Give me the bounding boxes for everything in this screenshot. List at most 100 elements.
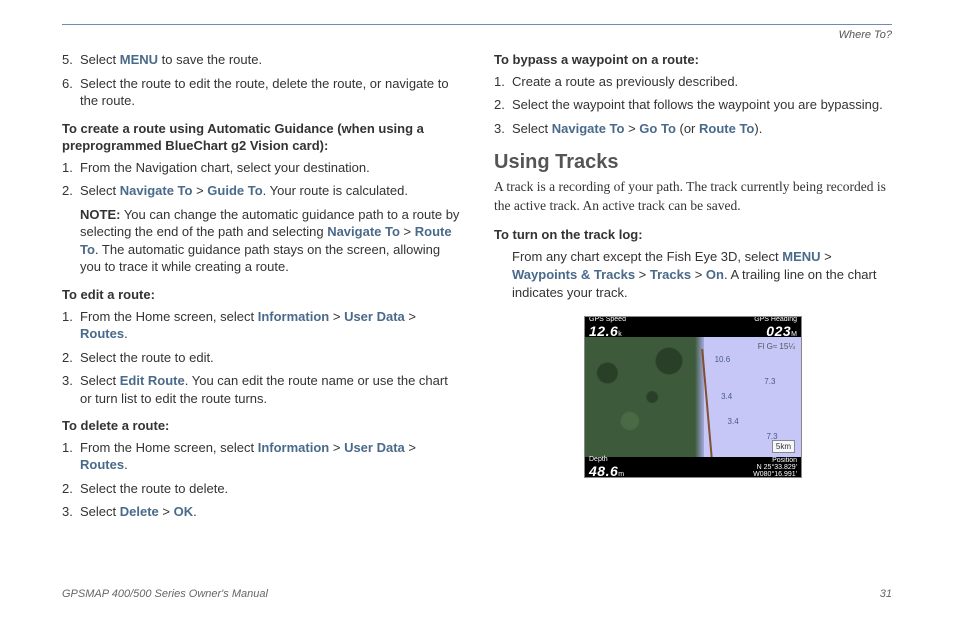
ok-keyword: OK bbox=[174, 504, 194, 519]
information-keyword: Information bbox=[258, 440, 330, 455]
track-log-heading: To turn on the track log: bbox=[494, 226, 892, 244]
delete-keyword: Delete bbox=[120, 504, 159, 519]
step-number: 2. bbox=[62, 349, 80, 367]
edit-route-keyword: Edit Route bbox=[120, 373, 185, 388]
navigate-to-keyword: Navigate To bbox=[552, 121, 625, 136]
step-number: 1. bbox=[62, 159, 80, 177]
step-text: Select Edit Route. You can edit the rout… bbox=[80, 372, 460, 407]
text: > bbox=[400, 224, 415, 239]
on-keyword: On bbox=[706, 267, 724, 282]
bypass-heading: To bypass a waypoint on a route: bbox=[494, 51, 892, 69]
position-lon: W080°16.991' bbox=[753, 471, 797, 478]
routes-keyword: Routes bbox=[80, 457, 124, 472]
track-log-instruction: From any chart except the Fish Eye 3D, s… bbox=[512, 248, 892, 303]
using-tracks-heading: Using Tracks bbox=[494, 151, 892, 174]
device-screenshot: 10.6 3.4 7.3 3.4 7.3 Fl G≈ 15¼ 5km GPS S… bbox=[584, 316, 802, 478]
gps-speed-unit: k bbox=[618, 331, 622, 338]
step-text: Select Navigate To > Guide To. Your rout… bbox=[80, 182, 460, 200]
depth-reading: 3.4 bbox=[721, 392, 732, 401]
user-data-keyword: User Data bbox=[344, 440, 405, 455]
menu-keyword: MENU bbox=[782, 249, 820, 264]
step-text: Select the waypoint that follows the way… bbox=[512, 96, 892, 114]
step-text: Create a route as previously described. bbox=[512, 73, 892, 91]
text: (or bbox=[676, 121, 699, 136]
top-rule bbox=[62, 24, 892, 25]
header-section: Where To? bbox=[62, 29, 892, 41]
text: . bbox=[124, 326, 128, 341]
text: . bbox=[124, 457, 128, 472]
waypoints-tracks-keyword: Waypoints & Tracks bbox=[512, 267, 635, 282]
step-text: Select Navigate To > Go To (or Route To)… bbox=[512, 120, 892, 138]
text: > bbox=[691, 267, 706, 282]
step-number: 1. bbox=[62, 308, 80, 343]
text: Select bbox=[80, 504, 120, 519]
delete-route-heading: To delete a route: bbox=[62, 417, 460, 435]
auto-guidance-heading: To create a route using Automatic Guidan… bbox=[62, 120, 460, 155]
text: > bbox=[159, 504, 174, 519]
step-number: 3. bbox=[62, 372, 80, 407]
bypass-step-3: 3. Select Navigate To > Go To (or Route … bbox=[494, 120, 892, 138]
footer-manual-title: GPSMAP 400/500 Series Owner's Manual bbox=[62, 588, 268, 600]
footer-page-number: 31 bbox=[880, 588, 892, 600]
step-number: 6. bbox=[62, 75, 80, 110]
delete-step-3: 3. Select Delete > OK. bbox=[62, 503, 460, 521]
step-number: 2. bbox=[62, 480, 80, 498]
step-number: 2. bbox=[494, 96, 512, 114]
screenshot-bottom-bar: Depth 48.6m Position N 25°33.829' W080°1… bbox=[585, 457, 801, 477]
edit-step-3: 3. Select Edit Route. You can edit the r… bbox=[62, 372, 460, 407]
position-label: Position bbox=[753, 457, 797, 464]
step-text: Select Delete > OK. bbox=[80, 503, 460, 521]
step-text: Select the route to delete. bbox=[80, 480, 460, 498]
delete-step-1: 1. From the Home screen, select Informat… bbox=[62, 439, 460, 474]
bypass-step-2: 2. Select the waypoint that follows the … bbox=[494, 96, 892, 114]
depth-value: 48.6 bbox=[589, 463, 618, 479]
step-6: 6. Select the route to edit the route, d… bbox=[62, 75, 460, 110]
step-number: 2. bbox=[62, 182, 80, 200]
step-text: From the Home screen, select Information… bbox=[80, 308, 460, 343]
text: Select bbox=[512, 121, 552, 136]
text: > bbox=[821, 249, 832, 264]
auto-step-1: 1. From the Navigation chart, select you… bbox=[62, 159, 460, 177]
text: Select bbox=[80, 373, 120, 388]
two-column-layout: 5. Select MENU to save the route. 6. Sel… bbox=[62, 51, 892, 527]
edit-step-1: 1. From the Home screen, select Informat… bbox=[62, 308, 460, 343]
auto-note: NOTE: You can change the automatic guida… bbox=[80, 206, 460, 276]
gps-heading-box: GPS Heading 023M bbox=[754, 316, 797, 339]
edit-route-heading: To edit a route: bbox=[62, 286, 460, 304]
depth-box: Depth 48.6m bbox=[589, 456, 624, 479]
page-footer: GPSMAP 400/500 Series Owner's Manual 31 bbox=[62, 588, 892, 600]
depth-reading: 3.4 bbox=[728, 417, 739, 426]
step-text: From the Navigation chart, select your d… bbox=[80, 159, 460, 177]
gps-speed-value: 12.6 bbox=[589, 323, 618, 339]
depth-reading: 7.3 bbox=[764, 377, 775, 386]
depth-reading: 10.6 bbox=[715, 355, 731, 364]
text: to save the route. bbox=[158, 52, 262, 67]
right-column: To bypass a waypoint on a route: 1. Crea… bbox=[494, 51, 892, 527]
step-text: Select the route to edit. bbox=[80, 349, 460, 367]
step-text: From the Home screen, select Information… bbox=[80, 439, 460, 474]
user-data-keyword: User Data bbox=[344, 309, 405, 324]
step-text: Select MENU to save the route. bbox=[80, 51, 460, 69]
depth-unit: m bbox=[618, 471, 624, 478]
gps-heading-value: 023 bbox=[766, 323, 791, 339]
route-to-keyword: Route To bbox=[699, 121, 754, 136]
information-keyword: Information bbox=[258, 309, 330, 324]
left-column: 5. Select MENU to save the route. 6. Sel… bbox=[62, 51, 460, 527]
text: > bbox=[329, 440, 344, 455]
gps-speed-box: GPS Speed 12.6k bbox=[589, 316, 626, 339]
text: > bbox=[405, 440, 416, 455]
nav-light-label: Fl G≈ 15¼ bbox=[758, 342, 795, 351]
text: From the Home screen, select bbox=[80, 440, 258, 455]
step-number: 5. bbox=[62, 51, 80, 69]
text: From any chart except the Fish Eye 3D, s… bbox=[512, 249, 782, 264]
bypass-step-1: 1. Create a route as previously describe… bbox=[494, 73, 892, 91]
note-label: NOTE: bbox=[80, 207, 120, 222]
menu-keyword: MENU bbox=[120, 52, 158, 67]
step-number: 3. bbox=[494, 120, 512, 138]
text: . Your route is calculated. bbox=[263, 183, 408, 198]
page: Where To? 5. Select MENU to save the rou… bbox=[0, 0, 954, 547]
depth-label: Depth bbox=[589, 456, 624, 463]
tracks-intro: A track is a recording of your path. The… bbox=[494, 178, 892, 216]
auto-step-2: 2. Select Navigate To > Guide To. Your r… bbox=[62, 182, 460, 200]
gps-heading-unit: M bbox=[791, 331, 797, 338]
